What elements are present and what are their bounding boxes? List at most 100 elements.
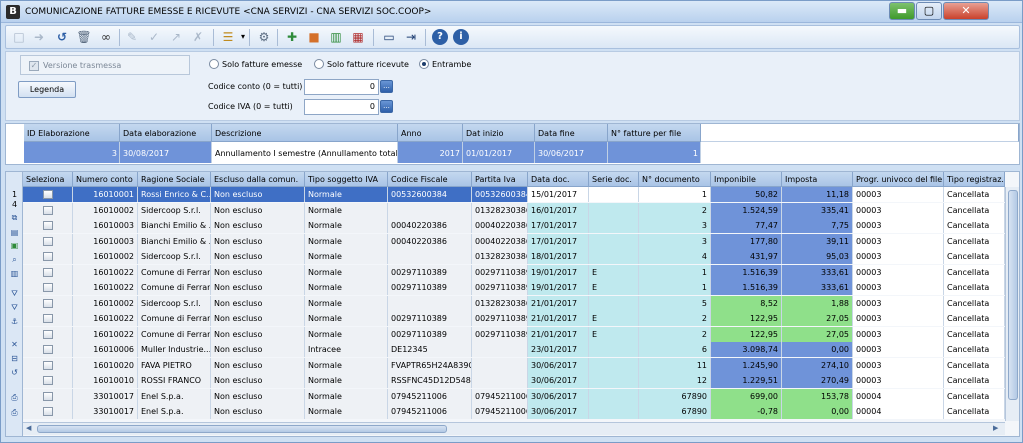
- table-cell[interactable]: 07945211006: [472, 388, 528, 404]
- table-cell[interactable]: Normale: [305, 264, 388, 280]
- table-cell[interactable]: ROSSI FRANCO: [138, 373, 211, 388]
- table-cell[interactable]: Comune di Ferrara: [138, 311, 211, 326]
- select-cell[interactable]: [23, 404, 73, 419]
- table-cell[interactable]: 95,03: [782, 249, 853, 264]
- column-header[interactable]: Seleziona: [23, 172, 73, 187]
- table-cell[interactable]: Non escluso: [211, 264, 305, 280]
- table-cell[interactable]: 16010010: [73, 373, 138, 388]
- select-cell[interactable]: [23, 280, 73, 295]
- table-cell[interactable]: 274,10: [782, 357, 853, 373]
- table-cell[interactable]: 00532600384: [388, 187, 472, 202]
- table-cell[interactable]: Non escluso: [211, 311, 305, 326]
- table-cell[interactable]: 8,52: [711, 295, 782, 311]
- table-cell[interactable]: 333,61: [782, 280, 853, 295]
- table-cell[interactable]: Normale: [305, 311, 388, 326]
- table-cell[interactable]: Normale: [305, 404, 388, 419]
- table-cell[interactable]: RSSFNC45D12D548B: [388, 373, 472, 388]
- binoculars-icon[interactable]: ∞: [98, 29, 114, 45]
- table-row[interactable]: 16010022 Comune di Ferrara Non escluso Norm…: [23, 326, 1005, 342]
- column-header[interactable]: Tipo registraz.: [944, 172, 1005, 187]
- select-cell[interactable]: [23, 202, 73, 218]
- maximize-button[interactable]: ▢: [916, 2, 942, 20]
- scrollbar-thumb[interactable]: [1008, 190, 1018, 400]
- add-document-icon[interactable]: ✚: [284, 29, 300, 45]
- table-cell[interactable]: 21/01/2017: [528, 326, 589, 342]
- column-header[interactable]: Tipo soggetto IVA: [305, 172, 388, 187]
- table-cell[interactable]: 07945211006: [472, 404, 528, 419]
- print-preview-icon[interactable]: ⎙: [9, 407, 20, 418]
- table-cell[interactable]: 00297110389: [472, 264, 528, 280]
- table-cell[interactable]: 30/06/2017: [528, 373, 589, 388]
- anchor-icon[interactable]: ⚓: [9, 316, 20, 327]
- select-cell[interactable]: [23, 357, 73, 373]
- table-cell[interactable]: Rossi Enrico & C...: [138, 187, 211, 202]
- select-cell[interactable]: [23, 218, 73, 233]
- select-cell[interactable]: [23, 187, 73, 202]
- column-header[interactable]: Anno: [398, 124, 463, 142]
- codice-conto-input[interactable]: 0: [304, 79, 379, 95]
- table-cell[interactable]: Cancellata: [944, 357, 1005, 373]
- table-cell[interactable]: 30/06/2017: [528, 388, 589, 404]
- scrollbar-thumb[interactable]: [37, 425, 447, 433]
- excel-icon[interactable]: ▣: [9, 240, 20, 251]
- table-cell[interactable]: 30/08/2017: [120, 142, 212, 163]
- table-cell[interactable]: Comune di Ferrara: [138, 326, 211, 342]
- table-cell[interactable]: 333,61: [782, 264, 853, 280]
- trash-icon[interactable]: 🗑: [76, 29, 92, 45]
- folder-icon[interactable]: ■: [306, 29, 322, 45]
- edit-icon[interactable]: ✎: [124, 29, 140, 45]
- table-cell[interactable]: 00040220386: [388, 218, 472, 233]
- table-cell[interactable]: 16010022: [73, 326, 138, 342]
- table-cell[interactable]: -0,78: [711, 404, 782, 419]
- column-header[interactable]: Data fine: [535, 124, 608, 142]
- table-cell[interactable]: 16010002: [73, 202, 138, 218]
- table-cell[interactable]: Normale: [305, 295, 388, 311]
- table-cell[interactable]: 07945211006: [388, 388, 472, 404]
- table-cell[interactable]: Cancellata: [944, 388, 1005, 404]
- table-row[interactable]: 16010003 Bianchi Emilio & ... Non escluso N…: [23, 218, 1005, 233]
- table-cell[interactable]: 3: [24, 142, 120, 163]
- table-cell[interactable]: Cancellata: [944, 218, 1005, 233]
- table-cell[interactable]: Bianchi Emilio & ...: [138, 218, 211, 233]
- select-cell[interactable]: [23, 233, 73, 249]
- table-row[interactable]: 33010017 Enel S.p.a. Non escluso Normale 079…: [23, 388, 1005, 404]
- table-cell[interactable]: 177,80: [711, 233, 782, 249]
- table-cell[interactable]: 699,00: [711, 388, 782, 404]
- table-cell[interactable]: E: [589, 280, 639, 295]
- forward-icon[interactable]: ➜: [31, 29, 47, 45]
- table-cell[interactable]: 3: [639, 218, 711, 233]
- copy-icon[interactable]: ⧉: [9, 212, 20, 223]
- table-cell[interactable]: [589, 249, 639, 264]
- table-cell[interactable]: 00003: [853, 218, 944, 233]
- table-cell[interactable]: 1.516,39: [711, 264, 782, 280]
- table-cell[interactable]: 27,05: [782, 311, 853, 326]
- table-cell[interactable]: 27,05: [782, 326, 853, 342]
- table-cell[interactable]: Annullamento I semestre (Annullamento to…: [212, 142, 398, 163]
- table-cell[interactable]: Normale: [305, 326, 388, 342]
- table-cell[interactable]: Non escluso: [211, 357, 305, 373]
- row-checkbox[interactable]: [43, 252, 53, 261]
- table-cell[interactable]: 3: [639, 233, 711, 249]
- table-cell[interactable]: 00003: [853, 187, 944, 202]
- table-cell[interactable]: 00040220386: [472, 233, 528, 249]
- scroll-right-icon[interactable]: ▶: [993, 424, 998, 432]
- radio-solo-emesse[interactable]: Solo fatture emesse: [209, 58, 302, 71]
- table-cell[interactable]: Normale: [305, 233, 388, 249]
- table-cell[interactable]: 00003: [853, 264, 944, 280]
- table-cell[interactable]: [589, 357, 639, 373]
- table-cell[interactable]: Non escluso: [211, 187, 305, 202]
- table-cell[interactable]: 1.245,90: [711, 357, 782, 373]
- table-cell[interactable]: 1,88: [782, 295, 853, 311]
- table-cell[interactable]: Sidercoop S.r.l.: [138, 249, 211, 264]
- table-row[interactable]: 16010020 FAVA PIETRO Non escluso Normale FVA…: [23, 357, 1005, 373]
- table-cell[interactable]: 2: [639, 326, 711, 342]
- table-cell[interactable]: Non escluso: [211, 202, 305, 218]
- legenda-button[interactable]: Legenda: [18, 81, 76, 98]
- select-cell[interactable]: [23, 342, 73, 357]
- table-cell[interactable]: 153,78: [782, 388, 853, 404]
- table-cell[interactable]: 00003: [853, 249, 944, 264]
- table-cell[interactable]: 16010002: [73, 295, 138, 311]
- select-cell[interactable]: [23, 326, 73, 342]
- table-cell[interactable]: 00297110389: [388, 326, 472, 342]
- table-cell[interactable]: 335,41: [782, 202, 853, 218]
